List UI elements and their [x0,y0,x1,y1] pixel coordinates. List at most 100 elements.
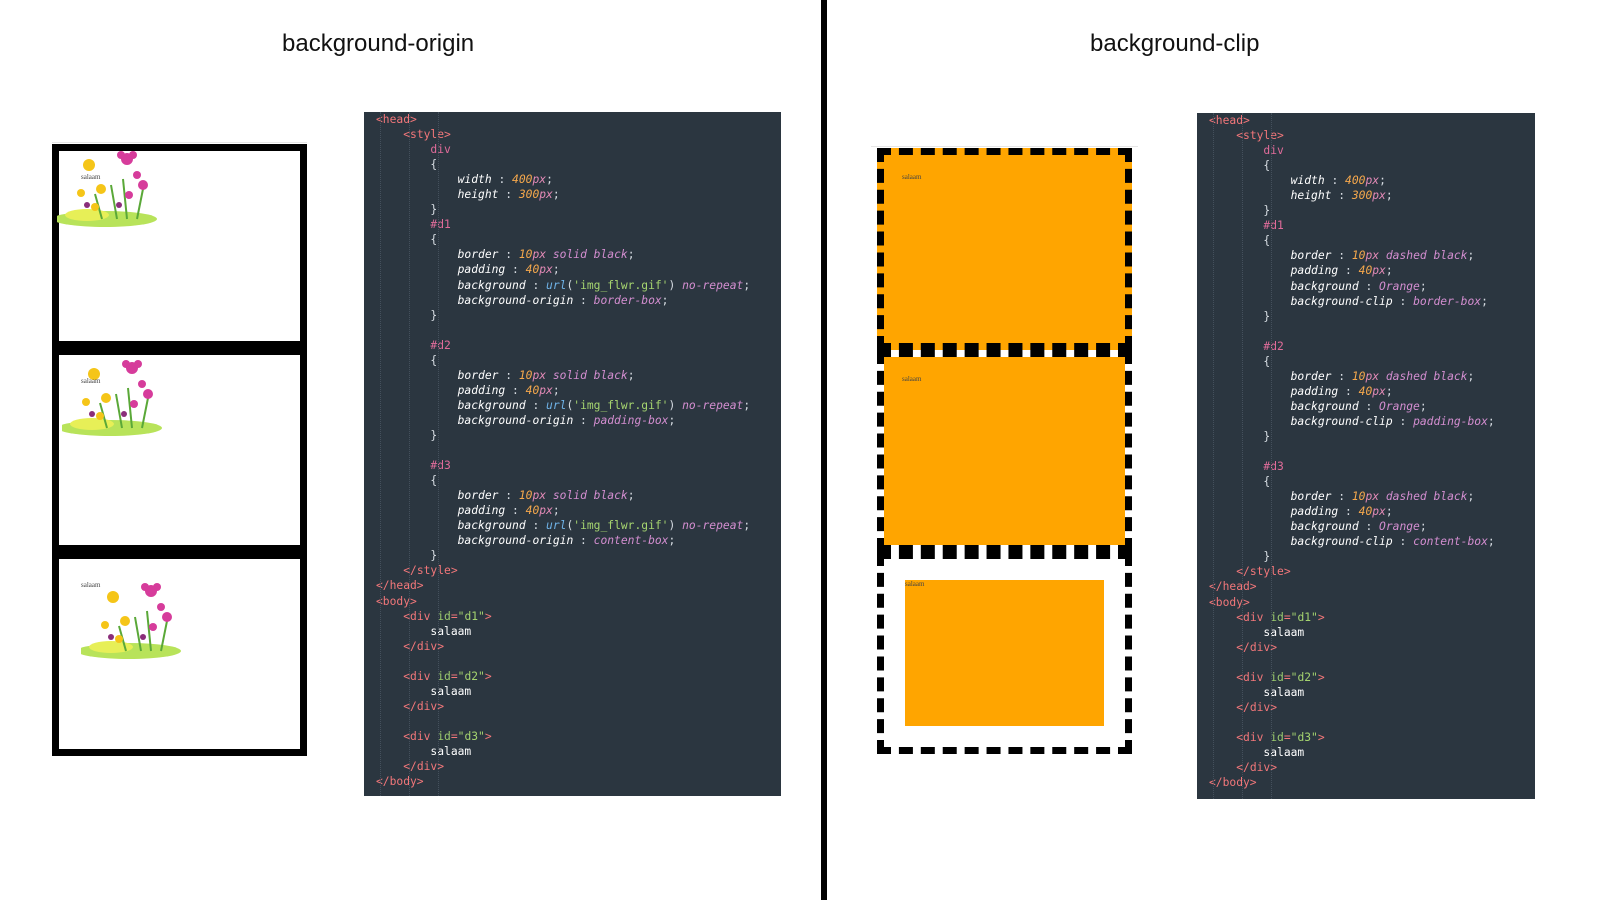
code-token: <style> [403,128,451,142]
code-token: ; [552,263,560,277]
code-token: id [437,729,451,743]
code-line: div [1209,143,1535,158]
center-divider [821,0,827,900]
code-token: px [539,383,553,397]
code-token: padding [457,504,506,518]
code-token: ; [627,248,635,262]
code-line: #d2 [1209,339,1535,354]
code-token: { [1209,475,1271,489]
code-token: ; [1419,399,1427,413]
code-token: 40 [525,504,540,518]
code-token: : [1331,189,1352,203]
code-token: <body> [1209,595,1250,609]
code-token: background [1290,279,1359,293]
code-line: <style> [1209,128,1535,143]
code-token: : [498,489,519,503]
code-token: content-box [1413,535,1488,549]
code-token: : [1338,384,1359,398]
code-token: Orange [1379,399,1420,413]
code-token: px [1365,249,1380,263]
code-token: no-repeat [682,398,744,412]
code-token: > [484,609,492,623]
code-line: </head> [376,578,781,593]
code-token: <head> [376,113,417,126]
origin-box-d1: salaam [52,144,307,348]
code-token: padding [457,263,506,277]
code-line: } [376,428,781,443]
code-line: border : 10px solid black; [376,488,781,503]
code-token: salaam [1209,685,1305,699]
code-token: salaam [376,624,472,638]
code-line: <div id="d2"> [1209,670,1535,685]
code-line: background : Orange; [1209,519,1535,534]
code-token: = [450,729,458,743]
code-token: px [1365,369,1380,383]
code-token: </style> [1236,565,1291,579]
code-token: { [1209,159,1271,173]
code-line: salaam [376,624,781,639]
code-token: </body> [376,775,424,789]
code-token: id [437,669,451,683]
code-token: </style> [403,564,458,578]
code-line: } [376,202,781,217]
code-line: background : url('img_flwr.gif') no-repe… [376,278,781,293]
code-line: background-origin : border-box; [376,293,781,308]
code-token: 10 [518,368,533,382]
salaam-text: salaam [902,375,922,383]
code-line: salaam [376,684,781,699]
code-token: : [1358,279,1380,293]
code-token: border [457,248,499,262]
code-token: border [1290,490,1332,504]
code-line: #d3 [1209,459,1535,474]
code-line: salaam [1209,625,1535,640]
code-token: : [505,504,526,518]
code-line: </div> [376,759,781,774]
code-token: : [1331,249,1352,263]
code-token: border-box [1413,294,1482,308]
code-line: background-origin : content-box; [376,533,781,548]
code-line: border : 10px dashed black; [1209,489,1535,504]
code-token: 10 [1351,369,1366,383]
code-token: { [376,158,438,172]
code-token: : [498,248,519,262]
code-token: = [1283,730,1291,744]
code-line: </style> [1209,564,1535,579]
code-token: px [1365,490,1380,504]
code-token: ) [668,398,683,412]
code-token: : [491,173,513,187]
code-line: </div> [376,639,781,654]
code-token: </head> [1209,580,1257,594]
code-token: ; [743,398,751,412]
code-token: px [539,504,553,518]
code-token: : [573,534,594,548]
code-token: } [376,549,438,563]
code-line: </body> [376,774,781,789]
code-token: solid black [546,368,628,382]
code-token: salaam [1209,745,1305,759]
code-token: ; [552,504,560,518]
code-token: ; [1487,414,1495,428]
code-token: : [1392,414,1414,428]
code-token: ; [1385,505,1393,519]
code-line: </head> [1209,579,1535,594]
code-line: salaam [1209,745,1535,760]
code-token: width [457,173,492,187]
code-line: padding : 40px; [376,383,781,398]
code-line: padding : 40px; [1209,384,1535,399]
code-token: ; [668,413,676,427]
code-line: height : 300px; [376,187,781,202]
code-line: <style> [376,127,781,142]
code-token: ; [1467,490,1475,504]
code-token: url [546,398,567,412]
